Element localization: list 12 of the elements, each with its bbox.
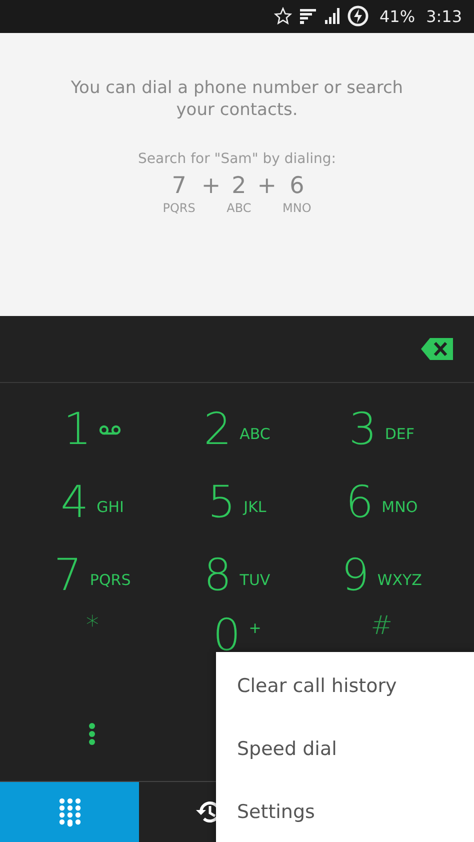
example-digit: 7	[172, 172, 186, 201]
example-letters: PQRS	[162, 200, 196, 215]
example-digit: 6	[290, 172, 304, 201]
example-digit: 2	[232, 172, 246, 201]
example-letters: ABC	[226, 200, 252, 215]
hint-message: You can dial a phone number or search your contacts.	[70, 76, 404, 121]
example-letters: MNO	[282, 200, 312, 215]
plus-sign: +	[257, 172, 277, 201]
example-title: Search for "Sam" by dialing:	[138, 150, 336, 167]
plus-sign: +	[201, 172, 221, 201]
clock: 3:13	[426, 6, 462, 26]
battery-level: 41%	[380, 6, 416, 26]
